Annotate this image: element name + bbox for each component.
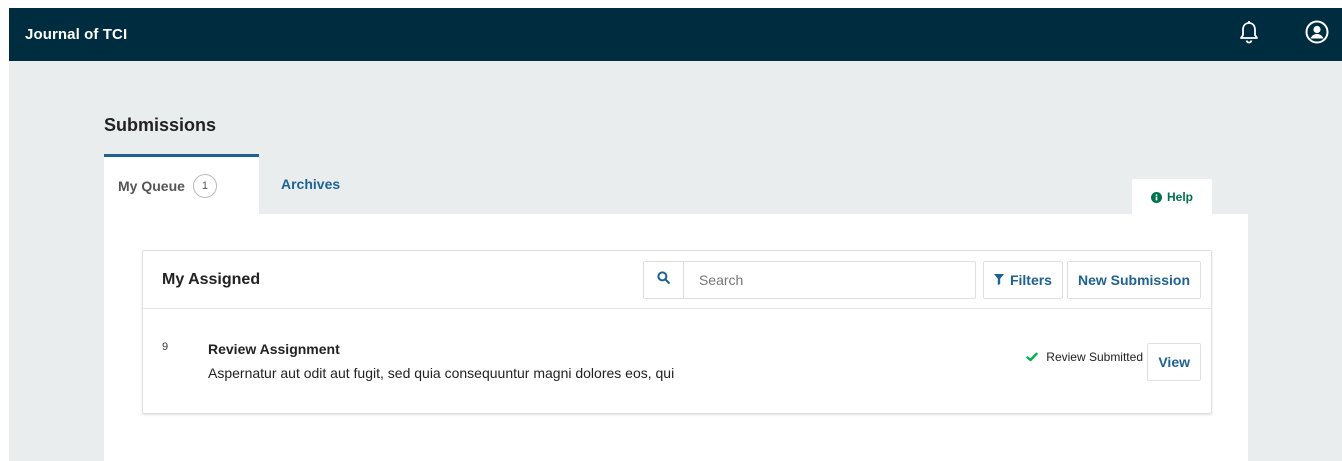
notifications-button[interactable] (1234, 20, 1264, 50)
queue-count-badge: 1 (192, 173, 217, 198)
check-icon (1026, 352, 1038, 362)
help-button[interactable]: Help (1132, 179, 1212, 215)
submission-subtitle: Aspernatur aut odit aut fugit, sed quia … (208, 365, 675, 381)
status-badge: Review Submitted (1026, 350, 1143, 364)
user-circle-icon (1305, 20, 1329, 49)
search-input[interactable] (683, 261, 975, 298)
tab-my-queue[interactable]: My Queue 1 (104, 154, 259, 214)
tab-archives-label: Archives (281, 176, 341, 192)
filter-icon (993, 274, 1004, 285)
search-button[interactable] (644, 261, 684, 298)
submission-tabs: My Queue 1 Archives (104, 154, 354, 214)
view-button[interactable]: View (1147, 343, 1201, 381)
top-bar-actions (1234, 20, 1342, 50)
submission-id: 9 (162, 341, 169, 353)
bell-icon (1238, 20, 1260, 49)
tab-panel: My Assigned Search Filters New Submissio… (104, 214, 1248, 461)
status-text: Review Submitted (1046, 350, 1143, 364)
info-circle-icon (1150, 191, 1162, 203)
app-frame: Journal of TCI Submissions My Queue 1 Ar… (9, 8, 1342, 461)
new-submission-button[interactable]: New Submission (1066, 260, 1201, 299)
filters-label: Filters (1009, 271, 1052, 288)
journal-title[interactable]: Journal of TCI (25, 26, 127, 43)
list-title: My Assigned (162, 270, 261, 288)
submission-title: Review Assignment (208, 341, 340, 357)
tab-archives[interactable]: Archives (259, 154, 354, 214)
search-icon (657, 270, 670, 289)
main-content: Submissions My Queue 1 Archives Help My … (9, 61, 1342, 461)
list-item[interactable]: 9 Review Assignment Aspernatur aut odit … (143, 309, 1211, 413)
tab-my-queue-label: My Queue (118, 177, 185, 194)
new-submission-label: New Submission (1077, 271, 1190, 288)
help-label: Help (1166, 190, 1193, 204)
view-label: View (1158, 354, 1190, 370)
page-title: Submissions (104, 115, 217, 135)
search-box (642, 260, 976, 299)
user-menu-button[interactable] (1302, 20, 1332, 50)
list-header: My Assigned Search Filters New Submissio… (143, 251, 1211, 309)
top-bar: Journal of TCI (9, 8, 1342, 61)
filters-button[interactable]: Filters (982, 260, 1063, 299)
submissions-list-panel: My Assigned Search Filters New Submissio… (142, 250, 1212, 414)
